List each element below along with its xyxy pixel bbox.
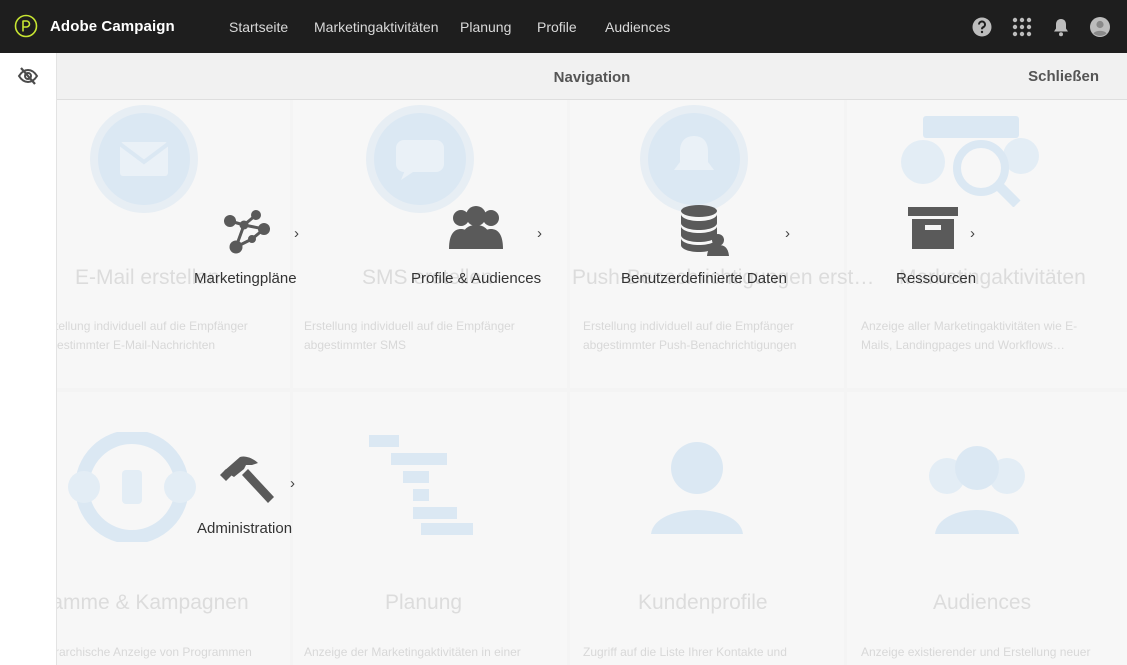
topnav-planung[interactable]: Planung [460, 19, 511, 35]
bg-title-audiences: Audiences [933, 591, 1032, 614]
bg-title-programme: Programme & Kampagnen [57, 591, 249, 614]
panel-title: Navigation [553, 69, 631, 86]
chevron-right-icon: › [294, 225, 299, 242]
hide-eye-icon [17, 67, 39, 85]
topnav-startseite[interactable]: Startseite [229, 19, 288, 35]
marketing-search-illustration-icon [901, 116, 1039, 207]
nav-tile-label: Marketingpläne [194, 270, 297, 287]
topnav-audiences[interactable]: Audiences [605, 19, 670, 35]
database-user-icon [681, 205, 729, 256]
help-icon[interactable] [971, 16, 993, 38]
topnav-profile[interactable]: Profile [537, 19, 577, 35]
customer-profile-illustration-icon [651, 442, 743, 534]
bg-desc-programme: Hierarchische Anzeige von Programmen [57, 645, 252, 659]
chevron-right-icon: › [290, 475, 295, 492]
chevron-right-icon: › [785, 225, 790, 242]
bg-title-kundenprofile: Kundenprofile [638, 591, 768, 614]
bg-desc-email: Erstellung individuell auf die Empfänger… [57, 319, 248, 352]
network-nodes-icon [224, 210, 270, 254]
nav-tile-profile-audiences[interactable]: › Profile & Audiences [405, 195, 565, 295]
adobe-campaign-logo-icon[interactable] [14, 14, 38, 38]
nav-tile-ressourcen[interactable]: › Ressourcen [890, 195, 1000, 295]
bg-desc-audiences: Anzeige existierender und Erstellung neu… [861, 645, 1091, 659]
programme-illustration-icon [68, 432, 196, 542]
bg-desc-sms: Erstellung individuell auf die Empfänger… [304, 319, 515, 352]
chevron-right-icon: › [537, 225, 542, 242]
audiences-illustration-icon [929, 446, 1025, 534]
toggle-visibility-button[interactable] [0, 53, 56, 99]
apps-grid-icon[interactable] [1011, 16, 1033, 38]
left-rail [0, 53, 57, 665]
nav-tile-label: Ressourcen [896, 270, 977, 287]
bg-desc-push: Erstellung individuell auf die Empfänger… [583, 319, 797, 352]
hammer-icon [220, 456, 274, 503]
top-bar: Adobe Campaign Startseite Marketingaktiv… [0, 0, 1127, 53]
nav-tile-label: Benutzerdefinierte Daten [621, 270, 787, 287]
nav-tile-label: Profile & Audiences [411, 270, 542, 287]
bg-title-planung: Planung [385, 591, 463, 614]
notification-bell-icon[interactable] [1050, 16, 1072, 38]
bg-desc-kundenprofile: Zugriff auf die Liste Ihrer Kontakte und [583, 645, 787, 659]
user-avatar-icon[interactable] [1089, 16, 1111, 38]
close-button[interactable]: Schließen [1028, 68, 1099, 85]
nav-tile-administration[interactable]: › Administration [190, 445, 310, 545]
chevron-right-icon: › [970, 225, 975, 242]
bg-desc-planung: Anzeige der Marketingaktivitäten in eine… [304, 645, 521, 659]
bg-desc-marketingaktivitaeten: Anzeige aller Marketingaktivitäten wie E… [861, 319, 1078, 352]
nav-tile-benutzerdefinierte-daten[interactable]: › Benutzerdefinierte Daten [615, 195, 805, 295]
nav-tile-marketingplaene[interactable]: › Marketingpläne [180, 195, 320, 295]
topnav-marketingaktivitaeten[interactable]: Marketingaktivitäten [314, 19, 439, 35]
nav-tile-label: Administration [197, 520, 293, 537]
navigation-panel-header: Navigation Schließen [57, 53, 1127, 100]
background-home-cards: E-Mail erstellen Erstellung individuell … [57, 100, 1127, 665]
gantt-illustration-icon [369, 435, 473, 535]
archive-box-icon [908, 207, 958, 249]
app-name[interactable]: Adobe Campaign [50, 18, 175, 35]
people-group-icon [449, 206, 503, 249]
